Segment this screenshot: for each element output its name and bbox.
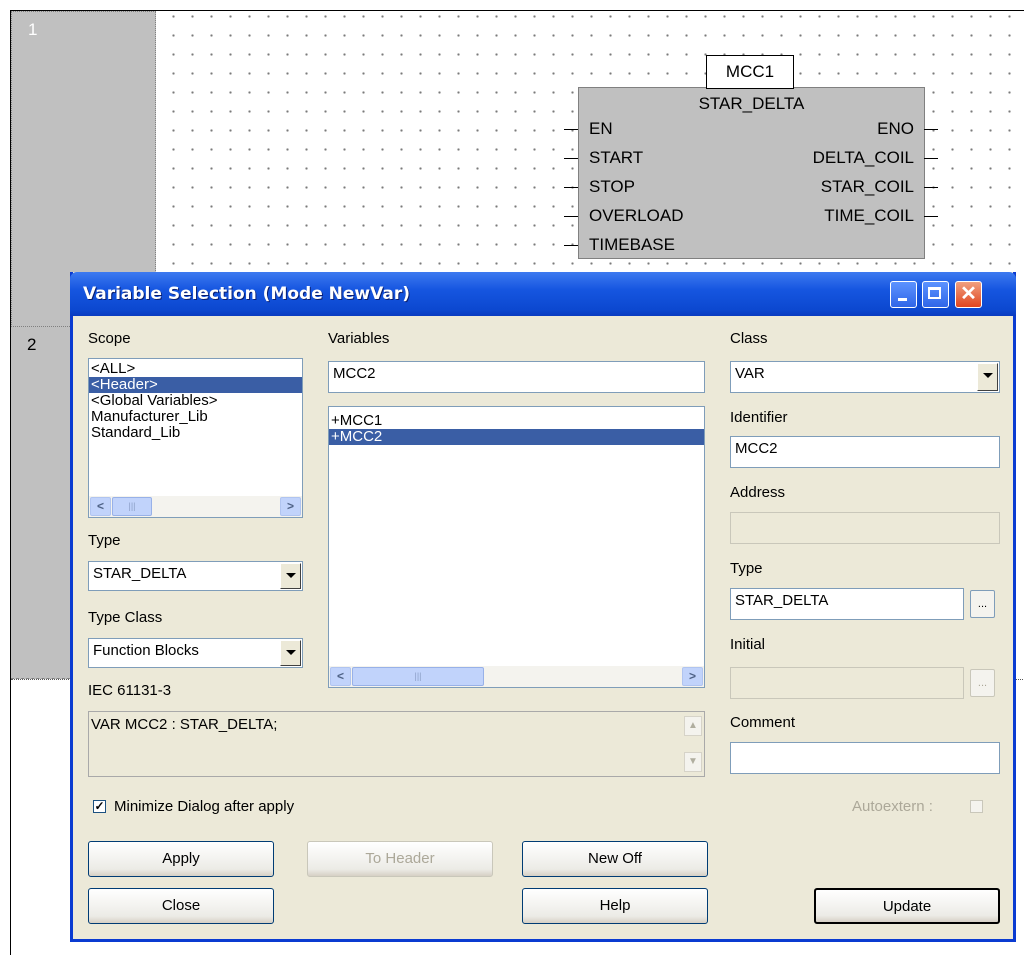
fb-input-timebase: TIMEBASE (589, 235, 675, 254)
type-combo-value: STAR_DELTA (93, 565, 187, 582)
address-label: Address (730, 484, 786, 501)
fb-output-star-coil: STAR_COIL (820, 177, 914, 196)
scope-item[interactable]: <Global Variables> (89, 393, 302, 409)
pin-stub (924, 216, 938, 217)
variables-label: Variables (328, 330, 390, 347)
type-browse-button[interactable]: ... (970, 590, 995, 618)
function-block[interactable]: STAR_DELTA EN START STOP OVERLOAD TIMEBA… (578, 87, 925, 259)
initial-input[interactable] (730, 667, 964, 699)
type-label: Type (88, 532, 121, 549)
scope-label: Scope (88, 330, 131, 347)
help-button[interactable]: Help (522, 888, 708, 924)
type-class-combo[interactable]: Function Blocks (88, 638, 303, 668)
fb-input-stop: STOP (589, 177, 635, 196)
new-off-button[interactable]: New Off (522, 841, 708, 877)
pin-stub (924, 129, 938, 130)
identifier-label: Identifier (730, 409, 788, 426)
fb-input-overload: OVERLOAD (589, 206, 684, 225)
chevron-down-icon (286, 573, 296, 578)
type-right-label: Type (730, 560, 763, 577)
type-dropdown-button[interactable] (280, 563, 301, 589)
fb-output-eno: ENO (877, 119, 914, 138)
scope-listbox[interactable]: <ALL> <Header> <Global Variables> Manufa… (88, 358, 303, 518)
type-class-value: Function Blocks (93, 642, 199, 659)
pin-stub (924, 187, 938, 188)
apply-button[interactable]: Apply (88, 841, 274, 877)
identifier-input[interactable]: MCC2 (730, 436, 1000, 468)
scope-item[interactable]: <ALL> (89, 361, 302, 377)
chevron-down-icon (983, 373, 993, 378)
pin-stub (564, 216, 578, 217)
variable-item-selected[interactable]: +MCC2 (329, 429, 704, 445)
fb-output-delta-coil: DELTA_COIL (812, 148, 914, 167)
class-dropdown-button[interactable] (977, 363, 998, 391)
variables-horizontal-scrollbar[interactable]: < ||| > (329, 666, 704, 687)
iec-declaration-text[interactable]: VAR MCC2 : STAR_DELTA; ▲ ▼ (88, 711, 705, 777)
comment-label: Comment (730, 714, 796, 731)
address-input[interactable] (730, 512, 1000, 544)
type-input[interactable]: STAR_DELTA (730, 588, 964, 620)
fb-input-start: START (589, 148, 644, 167)
minimize-button[interactable] (890, 281, 917, 308)
scroll-up-icon: ▲ (684, 716, 702, 736)
autoextern-label: Autoextern : (852, 798, 933, 815)
initial-label: Initial (730, 636, 766, 653)
variable-selection-dialog: Variable Selection (Mode NewVar) ✕ Scope… (70, 272, 1016, 942)
close-icon: ✕ (960, 283, 977, 305)
type-class-label: Type Class (88, 609, 163, 626)
update-button[interactable]: Update (814, 888, 1000, 924)
minimize-label: Minimize Dialog after apply (114, 798, 295, 815)
class-combo[interactable]: VAR (730, 361, 1000, 393)
scroll-thumb[interactable]: ||| (112, 497, 152, 516)
minimize-icon (898, 298, 907, 301)
maximize-icon (928, 287, 941, 299)
type-combo[interactable]: STAR_DELTA (88, 561, 303, 591)
class-value: VAR (735, 365, 765, 382)
scroll-right-icon[interactable]: > (682, 667, 703, 686)
maximize-button[interactable] (922, 281, 949, 308)
iec-label: IEC 61131-3 (88, 682, 172, 699)
fb-instance-name[interactable]: MCC1 (706, 55, 794, 89)
class-label: Class (730, 330, 768, 347)
variable-name-input[interactable]: MCC2 (328, 361, 705, 393)
scroll-down-icon: ▼ (684, 752, 702, 772)
scope-horizontal-scrollbar[interactable]: < ||| > (89, 496, 302, 517)
minimize-checkbox[interactable]: ✓ (93, 800, 106, 813)
scope-item[interactable]: Manufacturer_Lib (89, 409, 302, 425)
pin-stub (564, 158, 578, 159)
fb-type-name: STAR_DELTA (698, 94, 805, 113)
fb-input-en: EN (589, 119, 613, 138)
comment-input[interactable] (730, 742, 1000, 774)
pin-stub (564, 187, 578, 188)
pin-stub (924, 158, 938, 159)
variable-item[interactable]: +MCC1 (329, 413, 704, 429)
chevron-down-icon (286, 650, 296, 655)
close-window-button[interactable]: ✕ (955, 281, 982, 308)
pin-stub (564, 129, 578, 130)
scroll-left-icon[interactable]: < (90, 497, 111, 516)
close-button[interactable]: Close (88, 888, 274, 924)
scroll-right-icon[interactable]: > (280, 497, 301, 516)
scroll-thumb[interactable]: ||| (352, 667, 484, 686)
to-header-button[interactable]: To Header (307, 841, 493, 877)
scope-item[interactable]: Standard_Lib (89, 425, 302, 441)
dialog-title-bar[interactable]: Variable Selection (Mode NewVar) ✕ (70, 272, 1016, 316)
scroll-left-icon[interactable]: < (330, 667, 351, 686)
scope-item-selected[interactable]: <Header> (89, 377, 302, 393)
type-class-dropdown-button[interactable] (280, 640, 301, 666)
initial-browse-button[interactable]: ... (970, 669, 995, 697)
variables-listbox[interactable]: +MCC1 +MCC2 < ||| > (328, 406, 705, 688)
iec-declaration: VAR MCC2 : STAR_DELTA; (91, 716, 278, 733)
dialog-title: Variable Selection (Mode NewVar) (83, 284, 410, 304)
autoextern-checkbox[interactable] (970, 800, 983, 813)
pin-stub (564, 245, 578, 246)
fb-output-time-coil: TIME_COIL (824, 206, 914, 225)
